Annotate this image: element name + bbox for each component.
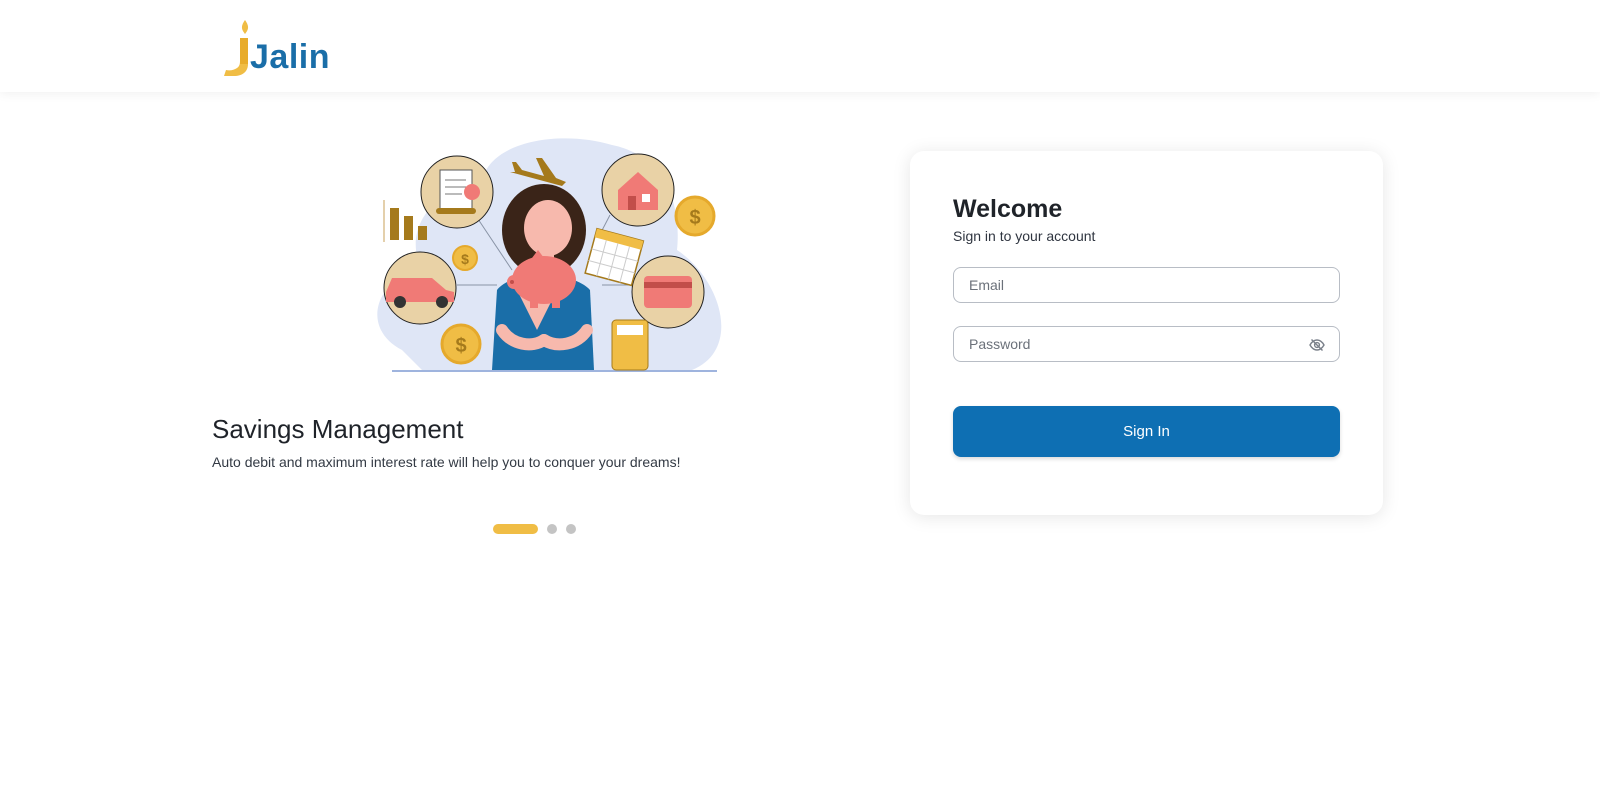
slide-title: Savings Management (212, 414, 464, 444)
eye-off-icon[interactable] (1309, 337, 1325, 353)
logo[interactable]: Jalin (222, 16, 332, 78)
password-field-wrapper (953, 326, 1340, 362)
svg-text:$: $ (689, 207, 700, 229)
login-card: Welcome Sign in to your account Sign In (910, 151, 1383, 515)
login-subtitle: Sign in to your account (953, 228, 1096, 244)
logo-text: Jalin (250, 38, 330, 76)
top-navbar: Jalin (0, 0, 1600, 92)
svg-text:$: $ (461, 251, 469, 267)
sign-in-button[interactable]: Sign In (953, 406, 1340, 457)
flame-icon (222, 18, 252, 78)
carousel-dot-2[interactable] (547, 524, 557, 534)
email-input[interactable] (954, 268, 1339, 302)
login-title: Welcome (953, 195, 1063, 223)
savings-illustration-icon: $ $ $ (362, 130, 732, 380)
hero-carousel: $ $ $ Savings Management Auto debit and … (212, 120, 862, 560)
carousel-pagination (493, 524, 576, 534)
email-field-wrapper (953, 267, 1340, 303)
carousel-dot-1[interactable] (493, 524, 538, 534)
password-input[interactable] (954, 327, 1339, 361)
slide-description: Auto debit and maximum interest rate wil… (212, 454, 681, 470)
carousel-dot-3[interactable] (566, 524, 576, 534)
svg-text:$: $ (455, 335, 466, 357)
